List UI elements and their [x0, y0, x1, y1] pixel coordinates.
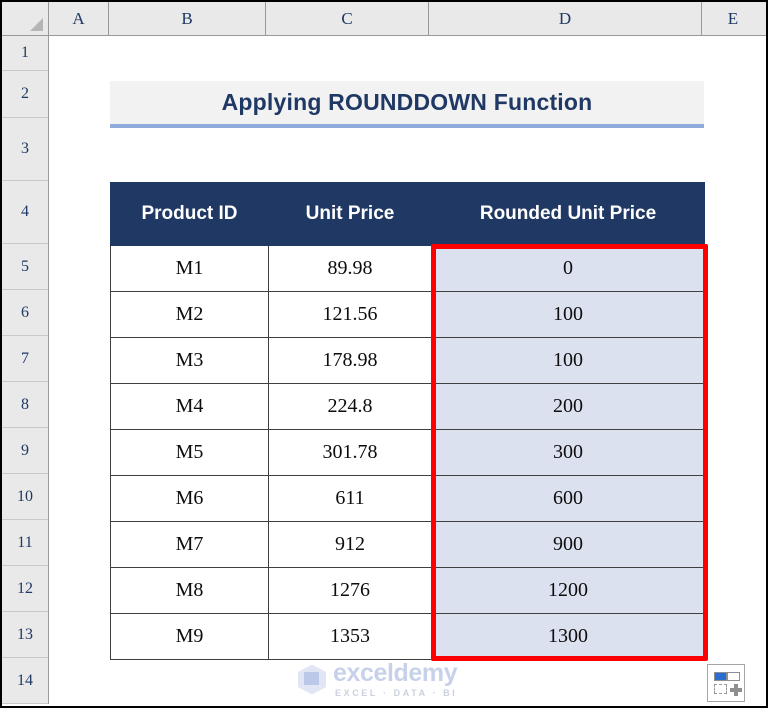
- cell-unit-price[interactable]: 611: [268, 475, 432, 522]
- table-row[interactable]: M2 121.56 100: [110, 291, 705, 338]
- row-header-12[interactable]: 12: [2, 566, 48, 612]
- quick-analysis-button[interactable]: [707, 664, 745, 702]
- select-all-triangle-icon: [30, 18, 43, 31]
- cell-product-id[interactable]: M4: [110, 383, 269, 430]
- row-header-5[interactable]: 5: [2, 244, 48, 290]
- table-row[interactable]: M1 89.98 0: [110, 245, 705, 292]
- qa-plus-icon-vertical: [734, 684, 738, 696]
- cell-product-id[interactable]: M5: [110, 429, 269, 476]
- column-header-a[interactable]: A: [49, 2, 109, 35]
- cell-product-id[interactable]: M2: [110, 291, 269, 338]
- cell-product-id[interactable]: M8: [110, 567, 269, 614]
- cell-unit-price[interactable]: 224.8: [268, 383, 432, 430]
- cube-inner-shape: [304, 671, 319, 685]
- table-row[interactable]: M9 1353 1300: [110, 613, 705, 660]
- cell-rounded-unit-price[interactable]: 1200: [431, 567, 705, 614]
- table-body: M1 89.98 0 M2 121.56 100 M3 178.98 100 M…: [110, 245, 705, 660]
- table-row[interactable]: M4 224.8 200: [110, 383, 705, 430]
- table-header-row: Product ID Unit Price Rounded Unit Price: [110, 182, 705, 246]
- cell-product-id[interactable]: M7: [110, 521, 269, 568]
- cell-unit-price[interactable]: 1276: [268, 567, 432, 614]
- row-header-13[interactable]: 13: [2, 612, 48, 658]
- page-title: Applying ROUNDDOWN Function: [221, 89, 593, 115]
- column-header-b[interactable]: B: [109, 2, 266, 35]
- cell-rounded-unit-price[interactable]: 1300: [431, 613, 705, 660]
- column-header-e[interactable]: E: [702, 2, 764, 35]
- qa-blue-block-icon: [714, 672, 727, 681]
- table-row[interactable]: M7 912 900: [110, 521, 705, 568]
- row-header-4[interactable]: 4: [2, 181, 48, 244]
- cell-rounded-unit-price[interactable]: 0: [431, 245, 705, 292]
- table-row[interactable]: M8 1276 1200: [110, 567, 705, 614]
- cell-rounded-unit-price[interactable]: 300: [431, 429, 705, 476]
- column-header-d[interactable]: D: [429, 2, 702, 35]
- cell-unit-price[interactable]: 178.98: [268, 337, 432, 384]
- cell-product-id[interactable]: M1: [110, 245, 269, 292]
- column-header-product-id: Product ID: [110, 182, 269, 246]
- cell-product-id[interactable]: M6: [110, 475, 269, 522]
- table-row[interactable]: M3 178.98 100: [110, 337, 705, 384]
- watermark-tagline: EXCEL · DATA · BI: [335, 688, 458, 698]
- cell-unit-price[interactable]: 89.98: [268, 245, 432, 292]
- row-header-10[interactable]: 10: [2, 474, 48, 520]
- watermark-text-block: exceldemy EXCEL · DATA · BI: [333, 659, 458, 698]
- row-header-8[interactable]: 8: [2, 382, 48, 428]
- cell-unit-price[interactable]: 301.78: [268, 429, 432, 476]
- qa-dashed-block-icon: [714, 684, 727, 694]
- table-row[interactable]: M6 611 600: [110, 475, 705, 522]
- select-all-corner[interactable]: [2, 2, 49, 35]
- watermark-name: exceldemy: [333, 659, 458, 687]
- cell-rounded-unit-price[interactable]: 900: [431, 521, 705, 568]
- column-header-c[interactable]: C: [266, 2, 429, 35]
- worksheet-canvas[interactable]: Applying ROUNDDOWN Function Product ID U…: [50, 37, 766, 706]
- cell-rounded-unit-price[interactable]: 100: [431, 291, 705, 338]
- quick-analysis-icon: [708, 665, 744, 701]
- row-header-2[interactable]: 2: [2, 71, 48, 118]
- cell-rounded-unit-price[interactable]: 200: [431, 383, 705, 430]
- exceldemy-watermark: exceldemy EXCEL · DATA · BI: [298, 659, 458, 698]
- row-header-3[interactable]: 3: [2, 118, 48, 181]
- sheet-title-banner[interactable]: Applying ROUNDDOWN Function: [110, 81, 704, 128]
- row-header-7[interactable]: 7: [2, 336, 48, 382]
- row-header-6[interactable]: 6: [2, 290, 48, 336]
- cell-unit-price[interactable]: 1353: [268, 613, 432, 660]
- column-header-strip: A B C D E: [2, 2, 766, 36]
- column-header-unit-price: Unit Price: [268, 182, 432, 246]
- qa-white-block-icon: [727, 672, 740, 681]
- cell-product-id[interactable]: M3: [110, 337, 269, 384]
- cell-unit-price[interactable]: 912: [268, 521, 432, 568]
- data-table: Product ID Unit Price Rounded Unit Price…: [110, 182, 705, 660]
- row-header-strip: 1 2 3 4 5 6 7 8 9 10 11 12 13 14: [2, 36, 49, 704]
- row-header-9[interactable]: 9: [2, 428, 48, 474]
- table-row[interactable]: M5 301.78 300: [110, 429, 705, 476]
- column-header-rounded-unit-price: Rounded Unit Price: [431, 182, 705, 246]
- cell-rounded-unit-price[interactable]: 100: [431, 337, 705, 384]
- row-header-1[interactable]: 1: [2, 36, 48, 71]
- cube-logo-icon: [298, 664, 326, 695]
- row-header-14[interactable]: 14: [2, 658, 48, 704]
- row-header-11[interactable]: 11: [2, 520, 48, 566]
- cell-product-id[interactable]: M9: [110, 613, 269, 660]
- cell-rounded-unit-price[interactable]: 600: [431, 475, 705, 522]
- cell-unit-price[interactable]: 121.56: [268, 291, 432, 338]
- table-head: Product ID Unit Price Rounded Unit Price: [110, 182, 705, 246]
- excel-worksheet: A B C D E 1 2 3 4 5 6 7 8 9 10 11 12 13 …: [0, 0, 768, 708]
